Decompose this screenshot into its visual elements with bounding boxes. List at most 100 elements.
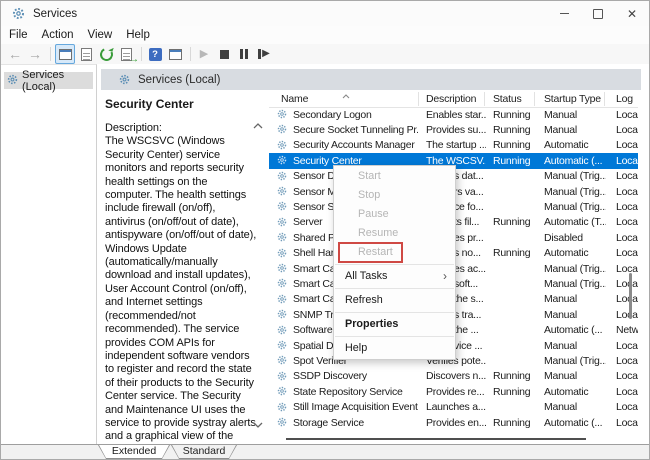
back-button[interactable]: ← bbox=[6, 45, 24, 63]
minimize-button[interactable] bbox=[547, 1, 581, 26]
cell-startup-type: Automatic bbox=[544, 385, 589, 398]
start-service-button[interactable]: ▶ bbox=[195, 45, 213, 63]
cell-log-on-as: Loca bbox=[616, 154, 638, 167]
service-gear-icon bbox=[277, 402, 287, 415]
cell-log-on-as: Netw bbox=[616, 324, 638, 337]
close-icon: ✕ bbox=[626, 6, 638, 21]
service-gear-icon bbox=[277, 217, 287, 230]
sort-ascending-icon bbox=[342, 90, 350, 102]
stop-service-button[interactable] bbox=[215, 45, 233, 63]
tab-extended[interactable]: Extended bbox=[98, 445, 170, 459]
scroll-up-icon[interactable] bbox=[253, 120, 263, 132]
menu-item-label: Restart bbox=[358, 246, 393, 258]
pause-service-button[interactable] bbox=[235, 45, 253, 63]
context-menu-item-pause[interactable]: Pause bbox=[334, 205, 455, 224]
context-menu-item-refresh[interactable]: Refresh bbox=[334, 291, 455, 310]
service-gear-icon bbox=[277, 417, 287, 430]
help-icon: ? bbox=[148, 47, 162, 61]
cell-log-on-as: Loca bbox=[616, 401, 638, 414]
service-gear-icon bbox=[277, 201, 287, 214]
context-menu-item-restart[interactable]: Restart bbox=[334, 242, 455, 263]
cell-name: Security Accounts Manager bbox=[293, 139, 415, 152]
toolbar-separator bbox=[190, 47, 191, 61]
cell-log-on-as: Loca bbox=[616, 385, 638, 398]
column-header-status[interactable]: Status bbox=[493, 93, 522, 105]
show-action-pane-button[interactable] bbox=[166, 45, 184, 63]
footer-tab-band: Extended Standard bbox=[1, 444, 649, 459]
menu-item-label: All Tasks bbox=[345, 270, 388, 282]
cell-startup-type: Manual bbox=[544, 108, 577, 121]
cell-name: Storage Service bbox=[293, 416, 364, 429]
service-row[interactable]: State Repository Service Provides re... Ru… bbox=[269, 384, 638, 399]
export-list-button[interactable]: → bbox=[117, 45, 139, 65]
service-gear-icon bbox=[277, 155, 287, 168]
column-header-startup-type[interactable]: Startup Type bbox=[544, 93, 601, 105]
context-menu-item-resume[interactable]: Resume bbox=[334, 224, 455, 243]
refresh-button[interactable] bbox=[97, 45, 115, 63]
menu-action[interactable]: Action bbox=[42, 29, 83, 41]
cell-startup-type: Manual (Trig... bbox=[544, 262, 606, 275]
help-button[interactable]: ? bbox=[146, 45, 164, 63]
service-row[interactable]: Secondary Logon Enables star... Running Man… bbox=[269, 107, 638, 122]
menu-view[interactable]: View bbox=[88, 29, 122, 41]
tree-item-services-local[interactable]: Services (Local) bbox=[4, 69, 93, 93]
properties-icon bbox=[80, 47, 92, 61]
cell-log-on-as: Loca bbox=[616, 185, 638, 198]
vertical-scrollbar-thumb[interactable] bbox=[629, 273, 632, 319]
context-menu-item-properties[interactable]: Properties bbox=[334, 315, 455, 334]
service-row[interactable]: Security Accounts Manager The startup ...… bbox=[269, 138, 638, 153]
forward-button[interactable]: → bbox=[26, 45, 44, 63]
restart-service-button[interactable]: ▶ bbox=[255, 45, 273, 63]
context-menu-item-help[interactable]: Help bbox=[334, 339, 455, 358]
cell-status: Running bbox=[493, 123, 531, 136]
column-header-name[interactable]: Name bbox=[281, 93, 308, 105]
cell-log-on-as: Loca bbox=[616, 416, 638, 429]
tab-standard[interactable]: Standard bbox=[171, 445, 237, 459]
service-gear-icon bbox=[277, 325, 287, 338]
column-separator bbox=[418, 92, 419, 106]
horizontal-scrollbar-thumb[interactable] bbox=[286, 438, 586, 440]
cell-description: Enables star... bbox=[426, 108, 486, 121]
cell-log-on-as: Loca bbox=[616, 277, 638, 290]
service-gear-icon bbox=[277, 278, 287, 291]
menu-help[interactable]: Help bbox=[126, 29, 159, 41]
description-text: The WSCSVC (Windows Security Center) ser… bbox=[105, 135, 257, 445]
menu-item-label: Resume bbox=[358, 227, 399, 239]
cell-description: Provides su... bbox=[426, 123, 486, 136]
cell-name: State Repository Service bbox=[293, 385, 403, 398]
menu-item-label: Pause bbox=[358, 208, 389, 220]
context-menu-item-stop[interactable]: Stop bbox=[334, 186, 455, 205]
maximize-button[interactable] bbox=[581, 1, 615, 26]
menu-file[interactable]: File bbox=[9, 29, 37, 41]
context-menu-item-all-tasks[interactable]: All Tasks › bbox=[334, 267, 455, 286]
show-console-tree-button[interactable] bbox=[55, 44, 75, 64]
cell-log-on-as: Loca bbox=[616, 216, 638, 229]
cell-startup-type: Manual (Trig... bbox=[544, 185, 606, 198]
service-row[interactable]: Secure Socket Tunneling Pr... Provides su… bbox=[269, 122, 638, 137]
services-gear-icon bbox=[12, 7, 25, 20]
service-gear-icon bbox=[277, 171, 287, 184]
content-header-title: Services (Local) bbox=[138, 73, 221, 86]
scroll-down-icon[interactable] bbox=[253, 419, 263, 431]
cell-name: Secure Socket Tunneling Pr... bbox=[293, 123, 418, 136]
column-header-log[interactable]: Log bbox=[616, 93, 633, 105]
cell-startup-type: Manual bbox=[544, 339, 577, 352]
toolbar-separator bbox=[141, 47, 142, 61]
service-row[interactable]: Storage Service Provides en... Running Auto… bbox=[269, 415, 638, 430]
service-row[interactable]: Still Image Acquisition Events Launches a… bbox=[269, 400, 638, 415]
tab-label: Standard bbox=[172, 445, 236, 458]
column-header-description[interactable]: Description bbox=[426, 93, 477, 105]
selected-service-title: Security Center bbox=[105, 97, 194, 111]
cell-status: Running bbox=[493, 216, 531, 229]
service-row[interactable]: SSDP Discovery Discovers n... Running Manua… bbox=[269, 369, 638, 384]
cell-log-on-as: Loca bbox=[616, 231, 638, 244]
service-gear-icon bbox=[277, 124, 287, 137]
context-menu-item-start[interactable]: Start bbox=[334, 167, 455, 186]
close-button[interactable]: ✕ bbox=[615, 1, 649, 26]
maximize-icon bbox=[593, 8, 603, 19]
column-separator bbox=[604, 92, 605, 106]
properties-button[interactable] bbox=[77, 45, 95, 63]
cell-name: Still Image Acquisition Events bbox=[293, 401, 418, 414]
cell-status: Running bbox=[493, 385, 531, 398]
main-area: Services (Local) Services (Local) Securi… bbox=[1, 64, 649, 446]
